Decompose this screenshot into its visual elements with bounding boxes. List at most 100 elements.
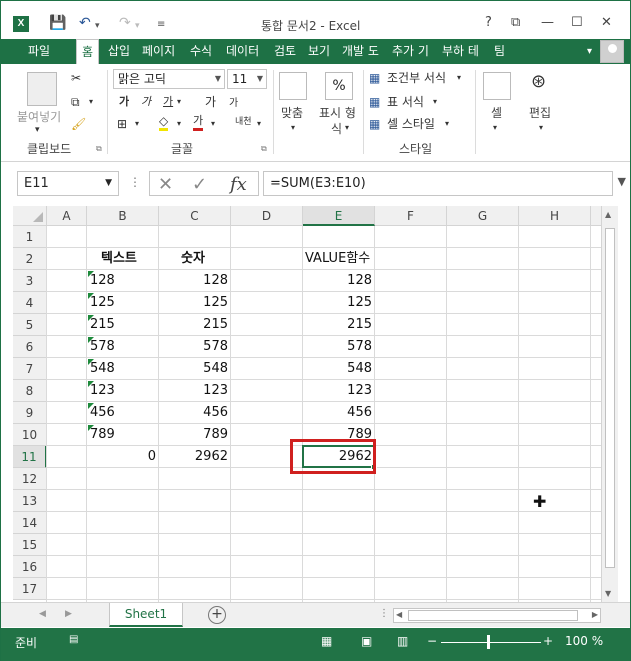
fill-color-icon[interactable]: ◇ <box>159 114 169 131</box>
zoom-slider-knob[interactable] <box>487 635 490 649</box>
column-header-b[interactable]: B <box>87 206 159 226</box>
cell-b11[interactable]: 0 <box>87 446 159 468</box>
help-button[interactable]: ? <box>485 15 492 31</box>
column-header-d[interactable]: D <box>231 206 303 226</box>
cell-c8[interactable]: 123 <box>159 380 231 402</box>
cell-e4[interactable]: 125 <box>303 292 375 314</box>
tab-add-ins[interactable]: 추가 기 <box>387 39 434 64</box>
cell-e8[interactable]: 123 <box>303 380 375 402</box>
percent-icon[interactable]: % <box>325 72 353 100</box>
borders-icon[interactable]: ⊞ <box>117 116 127 132</box>
horizontal-scrollbar[interactable]: ◀ ▶ <box>393 608 601 623</box>
font-color-dropdown-icon[interactable]: ▾ <box>211 116 215 132</box>
cell-c9[interactable]: 456 <box>159 402 231 424</box>
tab-insert[interactable]: 삽입 <box>103 39 135 64</box>
undo-dropdown-icon[interactable]: ▾ <box>95 18 100 34</box>
customize-qat-icon[interactable]: ≡ <box>157 17 165 33</box>
copy-dropdown-icon[interactable]: ▾ <box>89 94 93 110</box>
underline-dropdown-icon[interactable]: ▾ <box>177 94 181 110</box>
cell-c7[interactable]: 548 <box>159 358 231 380</box>
row-header-4[interactable]: 4 <box>13 292 47 314</box>
align-icon[interactable] <box>279 72 307 100</box>
cells-icon[interactable] <box>483 72 511 100</box>
next-sheet-icon[interactable]: ▶ <box>65 609 72 619</box>
underline-button[interactable]: 가 <box>163 94 173 110</box>
column-header-h[interactable]: H <box>519 206 591 226</box>
row-header-2[interactable]: 2 <box>13 248 47 270</box>
borders-dropdown-icon[interactable]: ▾ <box>135 116 139 132</box>
cell-c4[interactable]: 125 <box>159 292 231 314</box>
normal-view-icon[interactable]: ▦ <box>321 634 332 648</box>
row-header-10[interactable]: 10 <box>13 424 47 446</box>
editing-dropdown-icon[interactable]: ▾ <box>539 120 543 136</box>
tab-file[interactable]: 파일 <box>23 39 55 64</box>
row-header-5[interactable]: 5 <box>13 314 47 336</box>
vertical-scroll-thumb[interactable] <box>605 228 615 568</box>
format-painter-icon[interactable]: 🖌 <box>71 116 86 132</box>
expand-formula-bar-icon[interactable]: ▼ <box>618 175 626 188</box>
row-header-12[interactable]: 12 <box>13 468 47 490</box>
cell-b8[interactable]: 123 <box>87 380 159 402</box>
alignment-dropdown-icon[interactable]: ▾ <box>291 120 295 136</box>
row-header-16[interactable]: 16 <box>13 556 47 578</box>
page-layout-view-icon[interactable]: ▣ <box>361 634 372 648</box>
worksheet-grid[interactable]: A B C D E F G H 1 2 3 4 5 6 7 8 9 10 11 12 13 14 15 16 17 텍스트 숫자 VA… <box>13 206 601 602</box>
redo-icon[interactable]: ↷ <box>119 15 131 31</box>
format-table-icon[interactable]: ▦ <box>369 94 380 110</box>
page-break-view-icon[interactable]: ▥ <box>397 634 408 648</box>
tab-load-test[interactable]: 부하 테 <box>437 39 484 64</box>
font-size-combo[interactable]: 11 ▼ <box>227 69 267 89</box>
select-all-button[interactable] <box>13 206 47 226</box>
cell-b7[interactable]: 548 <box>87 358 159 380</box>
tab-team[interactable]: 팀 <box>489 39 510 64</box>
row-header-7[interactable]: 7 <box>13 358 47 380</box>
cell-c5[interactable]: 215 <box>159 314 231 336</box>
cell-b9[interactable]: 456 <box>87 402 159 424</box>
cell-styles-button[interactable]: 셀 스타일 <box>387 116 435 132</box>
italic-button[interactable]: 가 <box>141 94 151 110</box>
scroll-down-icon[interactable]: ▼ <box>605 589 611 598</box>
row-header-1[interactable]: 1 <box>13 226 47 248</box>
cell-b4[interactable]: 125 <box>87 292 159 314</box>
cell-e3[interactable]: 128 <box>303 270 375 292</box>
enter-icon[interactable]: ✓ <box>192 174 207 195</box>
tab-home[interactable]: 홈 <box>76 39 100 65</box>
tab-view[interactable]: 보기 <box>303 39 335 64</box>
row-header-3[interactable]: 3 <box>13 270 47 292</box>
format-table-dropdown-icon[interactable]: ▾ <box>433 94 437 110</box>
number-format-button[interactable]: 표시 형 <box>319 104 356 121</box>
number-format-dropdown-icon[interactable]: ▾ <box>345 120 349 136</box>
scroll-up-icon[interactable]: ▲ <box>605 210 611 219</box>
cell-b5[interactable]: 215 <box>87 314 159 336</box>
minimize-button[interactable]: — <box>541 15 554 31</box>
conditional-format-dropdown-icon[interactable]: ▾ <box>457 70 461 86</box>
name-box[interactable]: E11 ▼ <box>17 171 119 196</box>
row-header-11[interactable]: 11 <box>13 446 47 468</box>
tab-split-grip-icon[interactable]: ⋮ <box>379 608 389 619</box>
save-icon[interactable]: 💾 <box>49 15 66 31</box>
zoom-level[interactable]: 100 % <box>565 634 603 648</box>
editing-button[interactable]: 편집 <box>529 104 551 121</box>
insert-function-button[interactable]: fx <box>230 174 247 195</box>
cut-icon[interactable]: ✂ <box>71 70 81 86</box>
undo-icon[interactable]: ↶ <box>79 15 91 31</box>
tab-review[interactable]: 검토 <box>269 39 301 64</box>
cell-c10[interactable]: 789 <box>159 424 231 446</box>
paste-icon[interactable] <box>27 72 57 106</box>
column-header-c[interactable]: C <box>159 206 231 226</box>
alignment-button[interactable]: 맞춤 <box>281 104 303 121</box>
sheet-tab-sheet1[interactable]: Sheet1 <box>109 603 183 627</box>
cells-dropdown-icon[interactable]: ▾ <box>493 120 497 136</box>
redo-dropdown-icon[interactable]: ▾ <box>135 18 140 34</box>
row-header-15[interactable]: 15 <box>13 534 47 556</box>
grow-font-button[interactable]: 가 <box>205 94 216 110</box>
prev-sheet-icon[interactable]: ◀ <box>39 609 46 619</box>
cell-b2[interactable]: 텍스트 <box>87 248 159 270</box>
tab-data[interactable]: 데이터 <box>221 39 264 64</box>
tab-developer[interactable]: 개발 도 <box>337 39 384 64</box>
conditional-format-icon[interactable]: ▦ <box>369 70 380 86</box>
zoom-slider[interactable] <box>441 642 541 643</box>
column-header-g[interactable]: G <box>447 206 519 226</box>
fill-color-dropdown-icon[interactable]: ▾ <box>177 116 181 132</box>
zoom-in-icon[interactable]: + <box>543 634 553 648</box>
